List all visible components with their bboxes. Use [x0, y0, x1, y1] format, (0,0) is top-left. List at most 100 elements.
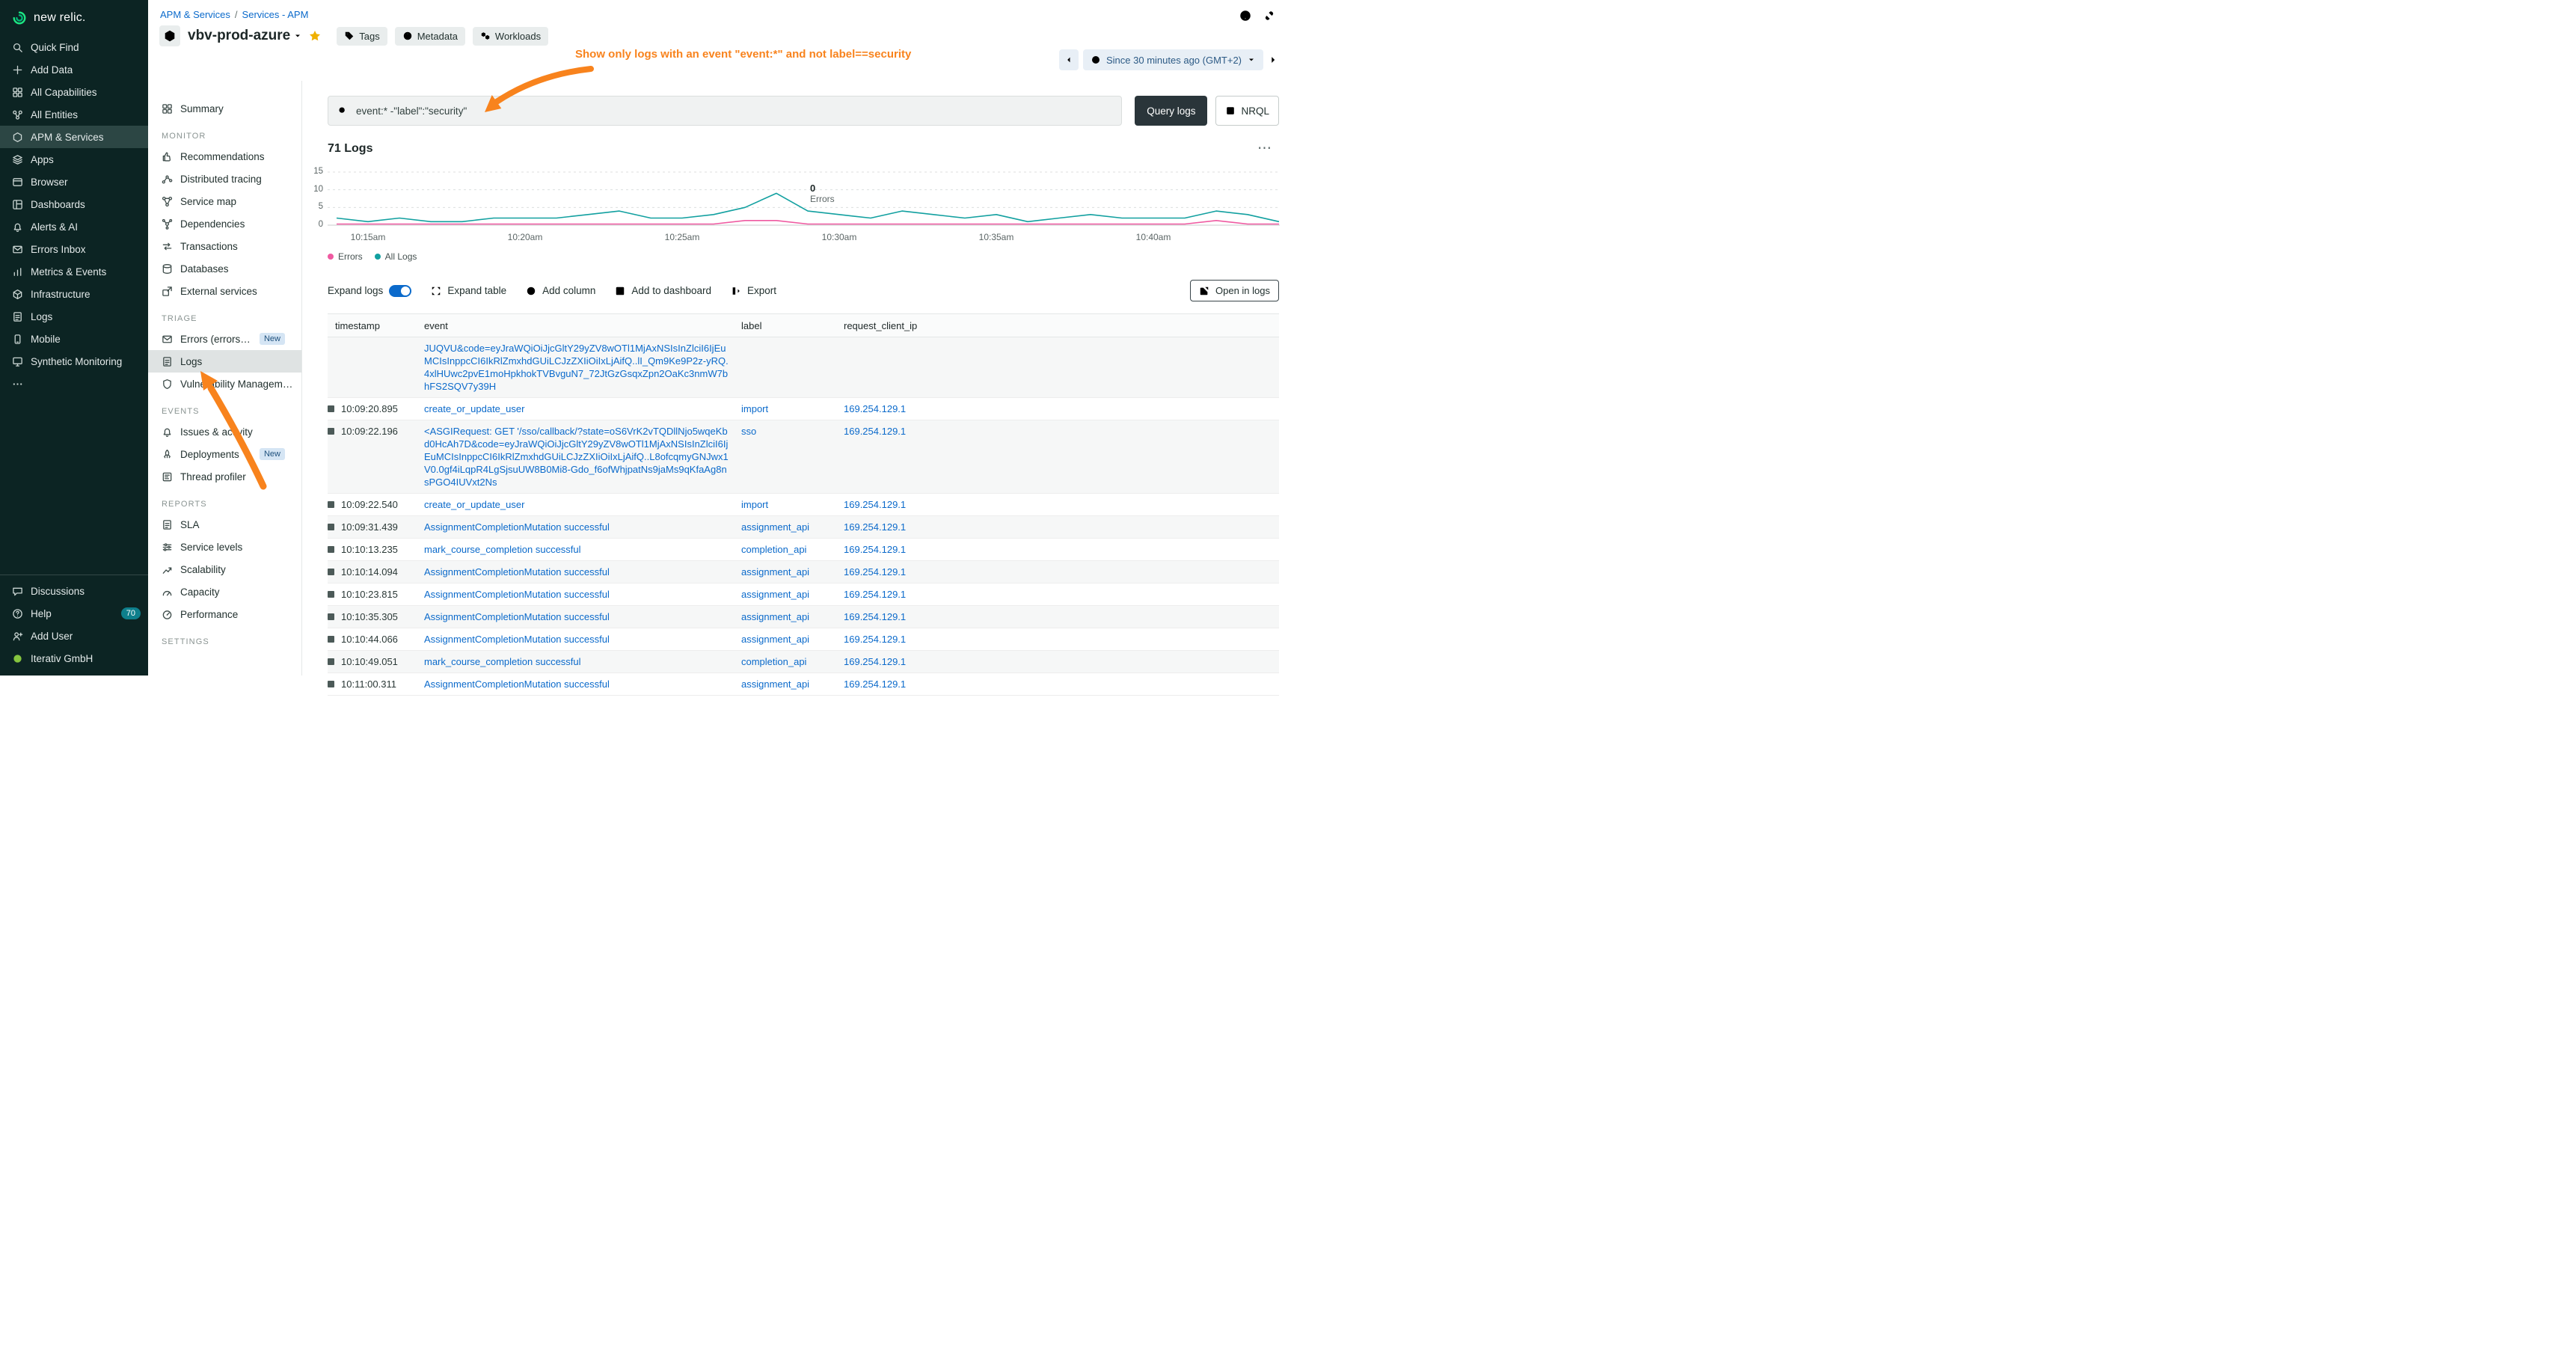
sidebar-item-errors-inbox[interactable]: Errors Inbox — [0, 238, 148, 260]
row-checkbox[interactable] — [328, 636, 334, 643]
log-ip-link[interactable]: 169.254.129.1 — [844, 634, 906, 645]
log-label-link[interactable]: import — [741, 403, 768, 414]
expand-logs-toggle[interactable]: Expand logs — [328, 285, 411, 297]
sidebar-item-logs[interactable]: Logs — [0, 305, 148, 328]
sidebar-item-service-levels[interactable]: Service levels — [148, 536, 301, 558]
add-column-button[interactable]: Add column — [526, 285, 595, 296]
sidebar-item-add-user[interactable]: Add User — [0, 625, 148, 647]
log-event-link[interactable]: AssignmentCompletionMutation successful — [424, 634, 610, 645]
row-checkbox[interactable] — [328, 405, 334, 412]
table-row[interactable]: 10:09:31.439AssignmentCompletionMutation… — [328, 516, 1279, 539]
sidebar-item-sla[interactable]: SLA — [148, 513, 301, 536]
log-ip-link[interactable]: 169.254.129.1 — [844, 589, 906, 600]
sidebar-item-infrastructure[interactable]: Infrastructure — [0, 283, 148, 305]
table-row[interactable]: 10:10:23.815AssignmentCompletionMutation… — [328, 583, 1279, 606]
sidebar-item-add-data[interactable]: Add Data — [0, 58, 148, 81]
sidebar-item-quick-find[interactable]: Quick Find — [0, 36, 148, 58]
log-ip-link[interactable]: 169.254.129.1 — [844, 426, 906, 437]
log-ip-link[interactable]: 169.254.129.1 — [844, 611, 906, 622]
query-logs-button[interactable]: Query logs — [1135, 96, 1207, 126]
log-label-link[interactable]: sso — [741, 426, 756, 437]
log-label-link[interactable]: assignment_api — [741, 611, 809, 622]
log-ip-link[interactable]: 169.254.129.1 — [844, 678, 906, 690]
sidebar-item-deployments[interactable]: DeploymentsNew — [148, 443, 301, 465]
time-forward-button[interactable] — [1268, 55, 1278, 65]
time-range-dropdown[interactable]: Since 30 minutes ago (GMT+2) — [1083, 49, 1263, 70]
log-event-link[interactable]: AssignmentCompletionMutation successful — [424, 678, 610, 690]
log-event-link[interactable]: AssignmentCompletionMutation successful — [424, 589, 610, 600]
add-to-dashboard-button[interactable]: Add to dashboard — [615, 285, 711, 296]
table-row[interactable]: 10:11:00.311AssignmentCompletionMutation… — [328, 673, 1279, 696]
log-label-link[interactable]: assignment_api — [741, 521, 809, 533]
log-event-link[interactable]: mark_course_completion successful — [424, 544, 581, 555]
expand-table-button[interactable]: Expand table — [431, 285, 506, 296]
log-label-link[interactable]: import — [741, 499, 768, 510]
remove-column-icon[interactable] — [722, 321, 731, 330]
new-relic-logo[interactable]: new relic. — [0, 0, 148, 36]
log-label-link[interactable]: completion_api — [741, 656, 806, 667]
export-button[interactable]: Export — [731, 285, 776, 296]
log-event-link[interactable]: create_or_update_user — [424, 403, 524, 414]
row-checkbox[interactable] — [328, 591, 334, 598]
sidebar-item-dependencies[interactable]: Dependencies — [148, 212, 301, 235]
sidebar-item-thread-profiler[interactable]: Thread profiler — [148, 465, 301, 488]
sidebar-item-synthetic-monitoring[interactable]: Synthetic Monitoring — [0, 350, 148, 373]
row-checkbox[interactable] — [328, 501, 334, 508]
table-row[interactable]: 10:09:20.895create_or_update_userimport1… — [328, 398, 1279, 420]
table-row[interactable]: 10:10:35.305AssignmentCompletionMutation… — [328, 606, 1279, 628]
sidebar-item-summary[interactable]: Summary — [148, 97, 301, 120]
copy-link-icon[interactable] — [1263, 9, 1276, 22]
table-row[interactable]: 10:09:22.540create_or_update_userimport1… — [328, 494, 1279, 516]
sidebar-item-performance[interactable]: Performance — [148, 603, 301, 625]
legend-item-errors[interactable]: Errors — [328, 251, 363, 262]
remove-column-icon[interactable] — [405, 321, 414, 330]
sidebar-item-mobile[interactable]: Mobile — [0, 328, 148, 350]
sidebar-item-recommendations[interactable]: Recommendations — [148, 145, 301, 168]
log-ip-link[interactable]: 169.254.129.1 — [844, 566, 906, 578]
toggle-on-icon[interactable] — [389, 285, 411, 297]
metadata-button[interactable]: Metadata — [395, 27, 465, 46]
legend-item-all-logs[interactable]: All Logs — [375, 251, 417, 262]
log-event-link[interactable]: AssignmentCompletionMutation successful — [424, 521, 610, 533]
more-options-icon[interactable]: ⋯ — [1257, 144, 1272, 153]
table-row[interactable]: 10:10:49.051mark_course_completion succe… — [328, 651, 1279, 673]
sidebar-item-apps[interactable]: Apps — [0, 148, 148, 171]
table-row[interactable]: 10:10:14.094AssignmentCompletionMutation… — [328, 561, 1279, 583]
log-event-link[interactable]: mark_course_completion successful — [424, 656, 581, 667]
sidebar-item-help[interactable]: Help70 — [0, 602, 148, 625]
sidebar-item-discussions[interactable]: Discussions — [0, 580, 148, 602]
table-row[interactable]: 10:10:13.235mark_course_completion succe… — [328, 539, 1279, 561]
sidebar-item-transactions[interactable]: Transactions — [148, 235, 301, 257]
sidebar-item-external-services[interactable]: External services — [148, 280, 301, 302]
sidebar-item-alerts-ai[interactable]: Alerts & AI — [0, 215, 148, 238]
log-event-link[interactable]: create_or_update_user — [424, 499, 524, 510]
favorite-star-icon[interactable] — [308, 29, 322, 43]
sidebar-item-all-capabilities[interactable]: All Capabilities — [0, 81, 148, 103]
row-checkbox[interactable] — [328, 613, 334, 620]
open-in-logs-button[interactable]: Open in logs — [1190, 280, 1279, 301]
entity-switcher-chevron-icon[interactable] — [293, 31, 302, 40]
row-checkbox[interactable] — [328, 569, 334, 575]
sidebar-item-databases[interactable]: Databases — [148, 257, 301, 280]
row-checkbox[interactable] — [328, 681, 334, 687]
sidebar-item-logs[interactable]: Logs — [148, 350, 301, 373]
clear-query-icon[interactable] — [1102, 105, 1112, 116]
help-icon[interactable] — [1239, 9, 1252, 22]
tags-button[interactable]: Tags — [337, 27, 387, 46]
workloads-button[interactable]: Workloads — [473, 27, 548, 46]
log-event-link[interactable]: JUQVU&code=eyJraWQiOiJjcGltY29yZV8wOTl1M… — [424, 342, 731, 393]
log-label-link[interactable]: assignment_api — [741, 589, 809, 600]
log-ip-link[interactable]: 169.254.129.1 — [844, 403, 906, 414]
nrql-button[interactable]: NRQL — [1215, 96, 1279, 126]
row-checkbox[interactable] — [328, 546, 334, 553]
sidebar-item-vulnerability-management[interactable]: Vulnerability Management — [148, 373, 301, 395]
row-checkbox[interactable] — [328, 658, 334, 665]
sidebar-item-distributed-tracing[interactable]: Distributed tracing — [148, 168, 301, 190]
row-checkbox[interactable] — [328, 524, 334, 530]
table-row[interactable]: 10:09:22.196<ASGIRequest: GET '/sso/call… — [328, 420, 1279, 494]
time-back-button[interactable] — [1059, 49, 1079, 70]
sidebar-item-dashboards[interactable]: Dashboards — [0, 193, 148, 215]
log-ip-link[interactable]: 169.254.129.1 — [844, 499, 906, 510]
breadcrumb-link-apm-services[interactable]: APM & Services — [160, 9, 230, 20]
sidebar-item-metrics-events[interactable]: Metrics & Events — [0, 260, 148, 283]
